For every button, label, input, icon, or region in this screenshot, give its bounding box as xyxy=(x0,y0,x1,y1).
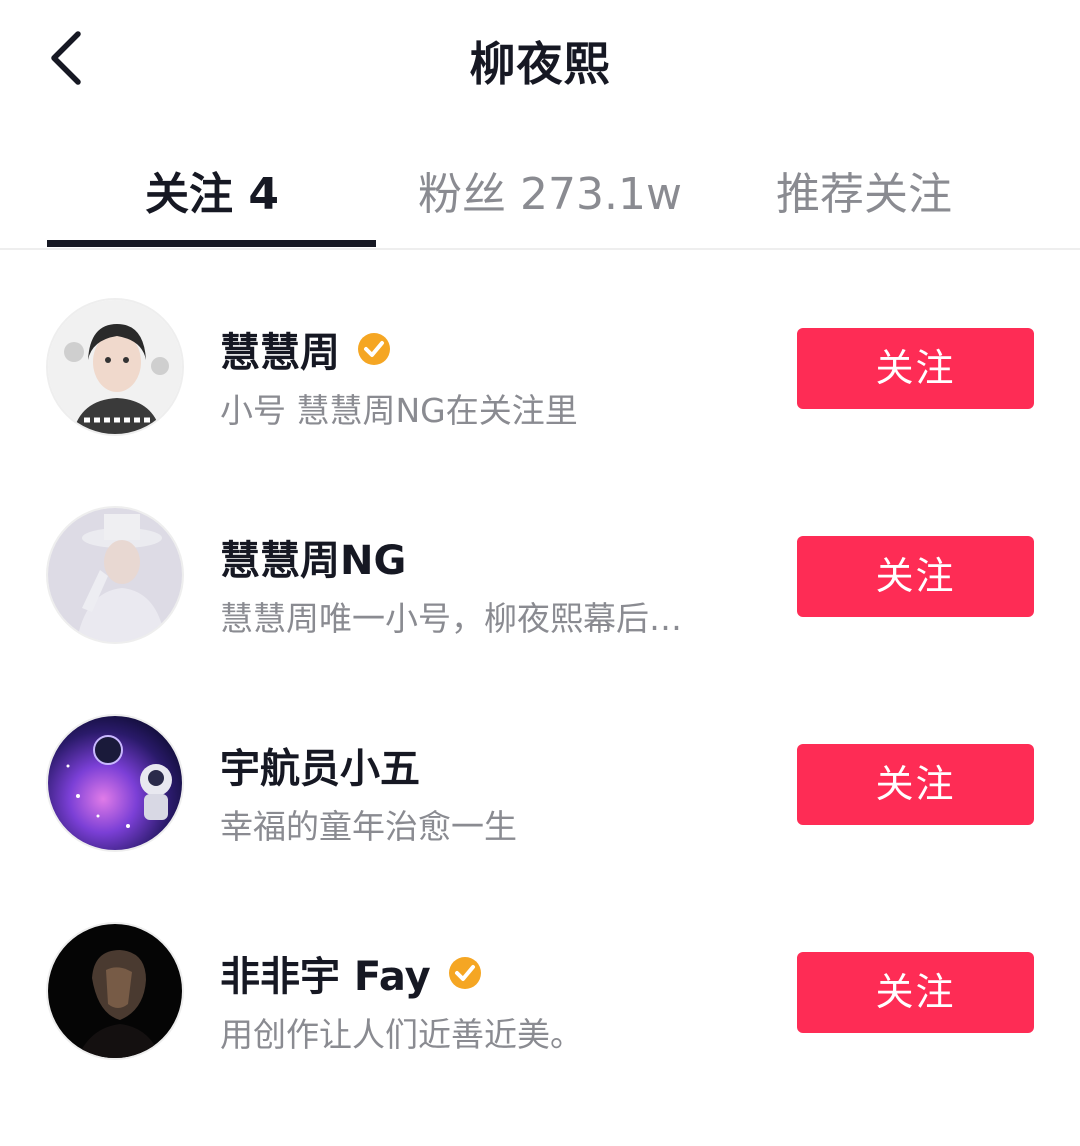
avatar[interactable] xyxy=(46,922,184,1060)
user-name-text: 慧慧周NG xyxy=(220,538,407,584)
verified-badge-icon xyxy=(448,957,481,989)
follow-button[interactable]: 关注 xyxy=(797,328,1034,409)
list-item[interactable]: 宇航员小五 幸福的童年治愈一生 关注 xyxy=(0,666,1080,874)
user-name[interactable]: 非非宇 Fay xyxy=(220,944,483,1002)
follow-button[interactable]: 关注 xyxy=(797,952,1034,1033)
user-bio: 幸福的童年治愈一生 xyxy=(220,807,517,846)
user-name-text: 非非宇 Fay xyxy=(220,954,431,1000)
avatar[interactable] xyxy=(46,298,184,436)
list-item[interactable]: 慧慧周NG 慧慧周唯一小号，柳夜熙幕后… 关注 xyxy=(0,458,1080,666)
list-item[interactable]: 非非宇 Fay 用创作让人们近善近美。 关注 xyxy=(0,874,1080,1082)
tab-bar: 关注 4 粉丝 273.1w 推荐关注 xyxy=(0,140,1080,250)
user-name[interactable]: 慧慧周 xyxy=(220,320,392,378)
user-name-text: 慧慧周 xyxy=(220,330,340,376)
user-bio: 小号 慧慧周NG在关注里 xyxy=(220,391,578,430)
tab-fans[interactable]: 粉丝 273.1w xyxy=(418,158,682,222)
page-title: 柳夜熙 xyxy=(469,37,611,91)
list-item[interactable]: 慧慧周 小号 慧慧周NG在关注里 关注 xyxy=(0,250,1080,458)
avatar[interactable] xyxy=(46,714,184,852)
follow-button[interactable]: 关注 xyxy=(797,536,1034,617)
user-name[interactable]: 宇航员小五 xyxy=(220,736,420,794)
nav-bar: 柳夜熙 xyxy=(0,0,1080,120)
tab-following[interactable]: 关注 4 xyxy=(145,158,279,222)
follow-button[interactable]: 关注 xyxy=(797,744,1034,825)
active-tab-indicator xyxy=(47,240,376,247)
user-name[interactable]: 慧慧周NG xyxy=(220,528,406,586)
avatar[interactable] xyxy=(46,506,184,644)
tab-recommended[interactable]: 推荐关注 xyxy=(776,158,952,222)
verified-badge-icon xyxy=(358,333,390,365)
user-bio: 慧慧周唯一小号，柳夜熙幕后… xyxy=(220,599,682,638)
user-name-text: 宇航员小五 xyxy=(220,746,420,792)
user-bio: 用创作让人们近善近美。 xyxy=(220,1015,583,1054)
